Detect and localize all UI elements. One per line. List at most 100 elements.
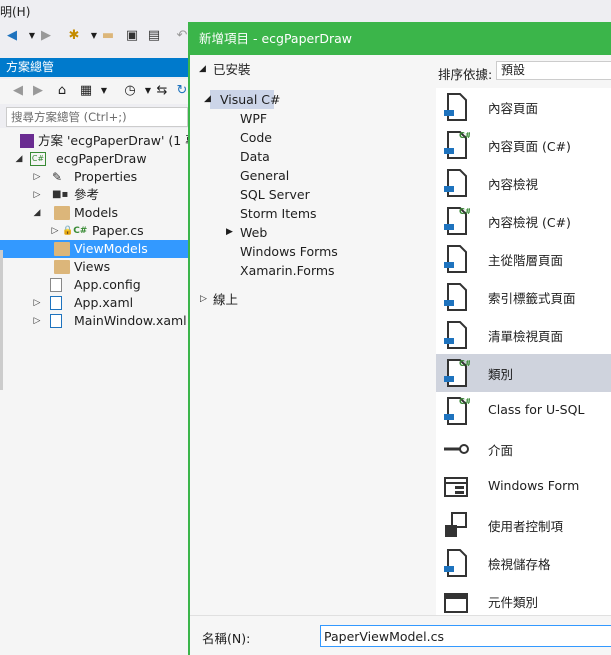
category-item[interactable]: Xamarin.Forms xyxy=(240,261,335,280)
template-label: 類別 xyxy=(488,367,514,382)
name-label: 名稱(N): xyxy=(202,631,251,646)
category-item[interactable]: SQL Server xyxy=(240,185,310,204)
template-item[interactable]: Windows Form xyxy=(436,468,611,506)
switch-views-dropdown-icon[interactable]: ▼ xyxy=(96,83,112,99)
template-label: Class for U-SQL xyxy=(488,402,585,417)
category-item[interactable]: Data xyxy=(240,147,270,166)
tree-row-app-xaml[interactable]: ▷ App.xaml xyxy=(0,294,190,312)
category-item[interactable]: Storm Items xyxy=(240,204,317,223)
collapsed-arrow-icon[interactable]: ▷ xyxy=(200,290,207,309)
name-input[interactable] xyxy=(320,625,611,647)
tree-row-views[interactable]: Views xyxy=(0,258,190,276)
template-label: Windows Form xyxy=(488,478,580,493)
svg-text:C#: C# xyxy=(459,131,470,140)
csharp-project-icon: C# xyxy=(30,152,46,166)
tree-row-properties[interactable]: ▷ ✎ Properties xyxy=(0,168,190,186)
template-item[interactable]: C# 內容檢視 (C#) xyxy=(436,202,611,240)
tree-row-project[interactable]: ◢ C# ecgPaperDraw xyxy=(0,150,190,168)
tree-row-mainwindow-xaml[interactable]: ▷ MainWindow.xaml xyxy=(0,312,190,330)
back-icon[interactable]: ◀ xyxy=(4,28,20,44)
switch-views-icon[interactable]: ▦ xyxy=(78,83,94,99)
interface-icon xyxy=(442,434,470,464)
template-list: 內容頁面 C# 內容頁面 (C#) 內容檢視 C# 內容檢視 (C#) 主從階層頁面索引標籤… xyxy=(436,88,611,615)
new-project-icon[interactable]: ✱ xyxy=(66,28,82,44)
menu-help[interactable]: 明(H) xyxy=(0,3,30,20)
template-item[interactable]: 檢視儲存格 xyxy=(436,544,611,582)
list-view-page-icon xyxy=(442,320,470,350)
template-item[interactable]: C# 內容頁面 (C#) xyxy=(436,126,611,164)
se-back-icon[interactable]: ◀ xyxy=(10,83,26,99)
expanded-arrow-icon[interactable]: ◢ xyxy=(199,60,206,79)
solution-tree: 方案 'ecgPaperDraw' (1 專案 ◢ C# ecgPaperDra… xyxy=(0,128,210,655)
sync-icon[interactable]: ⇆ xyxy=(154,83,170,99)
collapsed-arrow-icon[interactable]: ▷ xyxy=(32,294,42,312)
usql-class-icon: C# xyxy=(442,396,472,426)
template-item[interactable]: 元件類別 xyxy=(436,582,611,615)
collapsed-arrow-icon[interactable]: ▷ xyxy=(32,168,42,186)
template-label: 內容檢視 (C#) xyxy=(488,215,571,230)
tree-row-references[interactable]: ▷ ■▪ 參考 xyxy=(0,186,190,204)
category-item[interactable]: Code xyxy=(240,128,272,147)
template-item[interactable]: 介面 xyxy=(436,430,611,468)
home-icon[interactable]: ⌂ xyxy=(54,83,70,99)
tree-row-viewmodels[interactable]: ViewModels xyxy=(0,240,190,258)
solution-search-input[interactable]: 搜尋方案總管 (Ctrl+;) xyxy=(6,107,188,127)
menu-bar: 明(H) xyxy=(0,0,611,22)
category-item[interactable]: WPF xyxy=(240,109,267,128)
tree-row-paper-cs[interactable]: ▷ 🔒C# Paper.cs xyxy=(0,222,190,240)
open-folder-icon[interactable]: ▬ xyxy=(100,28,116,44)
sort-select[interactable]: 預設 xyxy=(496,61,611,80)
template-item[interactable]: 清單檢視頁面 xyxy=(436,316,611,354)
template-label: 介面 xyxy=(488,443,514,458)
collapsed-arrow-icon[interactable]: ▶ xyxy=(226,223,233,242)
expanded-arrow-icon[interactable]: ◢ xyxy=(204,90,211,109)
solution-explorer-toolbar: ◀ ▶ ⌂ ▦ ▼ ◷ ▼ ⇆ ↻ xyxy=(0,79,190,104)
tree-row-app-config[interactable]: App.config xyxy=(0,276,190,294)
template-item[interactable]: C# Class for U-SQL xyxy=(436,392,611,430)
template-item[interactable]: 內容頁面 xyxy=(436,88,611,126)
tree-row-models[interactable]: ◢ Models xyxy=(0,204,190,222)
save-all-icon[interactable]: ▤ xyxy=(146,28,162,44)
view-cell-icon xyxy=(442,548,470,578)
template-label: 內容頁面 xyxy=(488,101,539,116)
template-item[interactable]: 內容檢視 xyxy=(436,164,611,202)
collapsed-arrow-icon[interactable]: ▷ xyxy=(32,312,42,330)
template-panel: 排序依據: 預設 內容頁面 C# 內容頁面 (C#) 內容檢視 C# 內容檢視 (C#) 主… xyxy=(436,55,611,615)
references-icon: ■▪ xyxy=(52,189,69,200)
template-item[interactable]: C# 類別 xyxy=(436,354,611,392)
component-class-icon xyxy=(442,586,470,615)
category-item[interactable]: General xyxy=(240,166,289,185)
template-label: 使用者控制項 xyxy=(488,519,564,534)
expanded-arrow-icon[interactable]: ◢ xyxy=(14,150,24,168)
xaml-file-icon xyxy=(50,296,62,310)
se-forward-icon[interactable]: ▶ xyxy=(30,83,46,99)
save-icon[interactable]: ▣ xyxy=(124,28,140,44)
content-page-icon xyxy=(442,92,470,122)
sort-label: 排序依據: xyxy=(438,67,493,82)
collapsed-arrow-icon[interactable]: ▷ xyxy=(50,222,60,240)
tree-row-solution[interactable]: 方案 'ecgPaperDraw' (1 專案 xyxy=(0,132,210,150)
tabbed-page-icon xyxy=(442,282,470,312)
content-view-csharp-icon: C# xyxy=(442,206,472,236)
online-node[interactable]: ▷ 線上 xyxy=(190,290,436,309)
dialog-title[interactable]: 新增項目 - ecgPaperDraw xyxy=(190,22,611,55)
expanded-arrow-icon[interactable]: ◢ xyxy=(32,204,42,222)
category-item[interactable]: Windows Forms xyxy=(240,242,338,261)
content-view-icon xyxy=(442,168,470,198)
pending-changes-icon[interactable]: ◷ xyxy=(122,83,138,99)
folder-icon xyxy=(54,206,70,220)
template-item[interactable]: 索引標籤式頁面 xyxy=(436,278,611,316)
svg-text:C#: C# xyxy=(459,359,470,368)
template-label: 索引標籤式頁面 xyxy=(488,291,576,306)
class-icon: C# xyxy=(442,358,472,388)
name-bar: 名稱(N): xyxy=(190,615,611,655)
collapsed-arrow-icon[interactable]: ▷ xyxy=(32,186,42,204)
category-visual-csharp[interactable]: ◢ Visual C# xyxy=(204,90,281,109)
add-new-item-dialog: 新增項目 - ecgPaperDraw ◢ 已安裝 ◢ Visual C# WP… xyxy=(188,22,611,655)
forward-icon[interactable]: ▶ xyxy=(38,28,54,44)
template-item[interactable]: 主從階層頁面 xyxy=(436,240,611,278)
installed-node[interactable]: ◢ 已安裝 xyxy=(190,60,436,79)
solution-explorer-title[interactable]: 方案總管 xyxy=(0,58,190,77)
template-item[interactable]: 使用者控制項 xyxy=(436,506,611,544)
solution-icon xyxy=(20,134,34,148)
